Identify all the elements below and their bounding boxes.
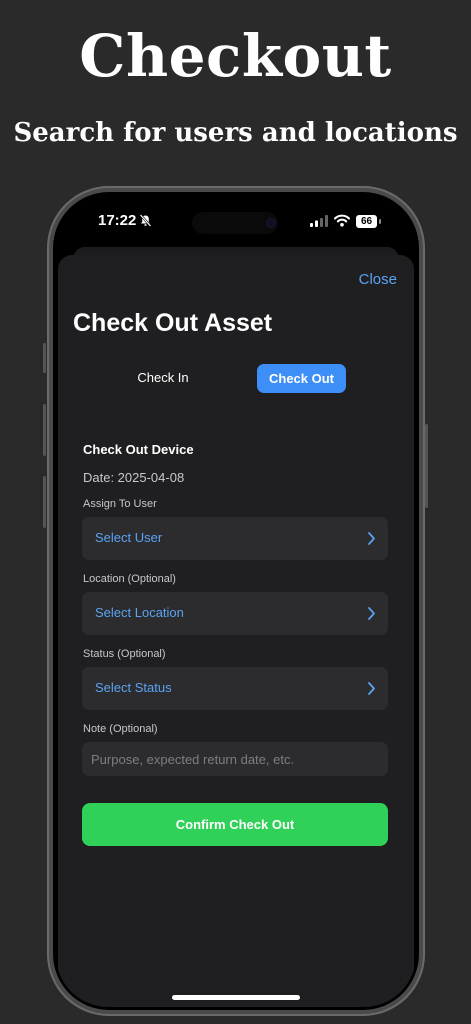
chevron-right-icon: [368, 607, 375, 620]
chevron-right-icon: [368, 682, 375, 695]
volume-up-button: [43, 404, 46, 456]
battery-icon: 66: [356, 215, 377, 228]
front-camera: [266, 218, 276, 228]
power-button: [425, 424, 428, 508]
status-bar: 17:22 66: [56, 195, 416, 245]
wifi-icon: [334, 214, 350, 227]
note-label: Note (Optional): [83, 723, 158, 735]
tab-check-out[interactable]: Check Out: [257, 364, 346, 393]
checkout-sheet: Close Check Out Asset Check In Check Out…: [58, 255, 414, 1007]
promo-subtitle: Search for users and locations: [13, 118, 458, 148]
promo-title: Checkout: [79, 22, 392, 90]
section-title: Check Out Device: [83, 442, 194, 457]
select-user-text: Select User: [95, 530, 163, 545]
close-button[interactable]: Close: [359, 271, 397, 288]
volume-down-button: [43, 476, 46, 528]
action-button: [43, 343, 46, 373]
status-label: Status (Optional): [83, 648, 166, 660]
select-user-row[interactable]: Select User: [82, 517, 388, 560]
select-location-row[interactable]: Select Location: [82, 592, 388, 635]
assign-user-label: Assign To User: [83, 498, 157, 510]
battery-tip: [379, 219, 381, 224]
checkout-date: Date: 2025-04-08: [83, 470, 185, 485]
select-status-row[interactable]: Select Status: [82, 667, 388, 710]
select-location-text: Select Location: [95, 605, 184, 620]
status-time: 17:22: [98, 212, 137, 229]
bell-slash-icon: [139, 214, 152, 227]
confirm-check-out-button[interactable]: Confirm Check Out: [82, 803, 388, 846]
chevron-right-icon: [368, 532, 375, 545]
home-indicator[interactable]: [172, 995, 300, 1000]
select-status-text: Select Status: [95, 680, 172, 695]
tab-check-in[interactable]: Check In: [115, 364, 211, 392]
signal-icon: [310, 215, 328, 227]
location-label: Location (Optional): [83, 573, 176, 585]
page-title: Check Out Asset: [73, 309, 273, 337]
checkout-form: Check Out Device Date: 2025-04-08 Assign…: [72, 430, 400, 852]
note-input[interactable]: [82, 742, 388, 776]
phone-screen: 17:22 66 Close Check Out Asset Check In …: [56, 195, 416, 1007]
